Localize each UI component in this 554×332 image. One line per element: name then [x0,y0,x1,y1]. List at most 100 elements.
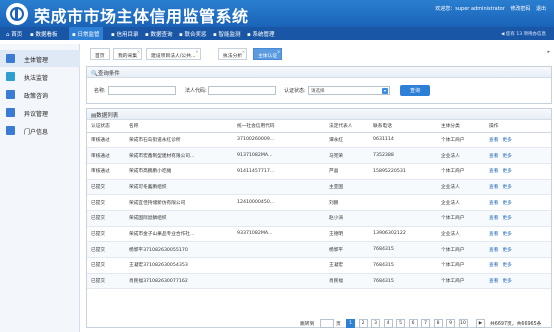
change-password-link[interactable]: 修改密码 [510,6,530,12]
sidebar-item-label: 政策咨询 [24,93,49,100]
menu-item-monitor[interactable]: ▪ 智能监测 [213,30,241,38]
sidebar-item-entity[interactable]: 主体管理 [0,50,80,67]
more-link[interactable]: 更多 [502,248,511,253]
tab-construction[interactable]: 建设项目法人/公共... × [146,48,201,60]
tab-enforcement-analysis[interactable]: 执法分析 × [218,48,248,60]
tab-label: 主体认证 [258,54,278,59]
close-icon[interactable]: × [242,49,245,54]
close-icon[interactable]: × [137,49,140,54]
table-cell: 37100260009... [233,132,325,149]
row-actions: 查看 更多 [485,147,551,164]
view-link[interactable]: 查看 [489,232,498,237]
sidebar-item-objection[interactable]: 异议管理 [0,104,80,121]
table-cell: 12410000450... [233,194,325,211]
table-row[interactable]: 已提交 荣成宜佳持储新仿有限公司 12410000450... 刘鹏 企业法人 查看 更多 [87,194,551,211]
more-link[interactable]: 更多 [502,279,511,284]
view-link[interactable]: 查看 [489,248,498,253]
table-cell: 审核通过 [87,163,125,180]
more-link[interactable]: 更多 [502,232,511,237]
status-select[interactable]: 请选择 ▾ [308,86,390,95]
table-row[interactable]: 已提交 荣成国际鼠鳞组织 赵小涛 个体工商户 查看 更多 [87,210,551,227]
more-link[interactable]: 更多 [502,169,511,174]
status-label: 认证状态: [284,88,306,94]
page-number-button[interactable]: 1 [346,319,355,328]
table-row[interactable]: 审核通过 荣成市高鹏鹏小吃摊 91411457717... 芦晶 15895220531… [87,163,551,180]
table-cell: 个体工商户 [437,163,485,180]
view-link[interactable]: 查看 [489,138,498,143]
next-page-button[interactable]: ▶ [476,319,485,328]
menu-item-catalog[interactable]: ▪ 信用目录 [111,30,139,38]
row-actions: 查看 更多 [485,257,551,274]
more-link[interactable]: 更多 [502,138,511,143]
view-link[interactable]: 查看 [489,263,498,268]
menu-item-reward[interactable]: ▪ 联合奖惩 [179,30,207,38]
page-number-button[interactable]: 8 [433,319,443,328]
sidebar-item-enforcement[interactable]: 执法监管 [0,68,80,85]
table-cell: 15895220531 [369,163,437,180]
view-link[interactable]: 查看 [489,185,498,190]
menu-item-query[interactable]: ▪ 数据查询 [145,30,173,38]
tab-home[interactable]: 首页 [90,48,110,60]
tab-entity-certification[interactable]: 主体认证 × [253,48,283,60]
more-link[interactable]: 更多 [502,154,511,159]
main-content: 首页 我的采集 × 建设项目法人/公共... × 执法分析 × 主体认证 × ▸ 🔍查询… [84,44,554,332]
logout-link[interactable]: 退出 [536,6,546,12]
view-link[interactable]: 查看 [489,216,498,221]
query-button[interactable]: 查询 [400,85,430,96]
todo-notice[interactable]: ◀ 您有 13 项待办信息 [501,31,546,37]
table-row[interactable]: 已提交 荣成可冬蓄鹏组织 主亚国 企业法人 查看 更多 [87,179,551,196]
table-row[interactable]: 已提交 荣成市金子山果品专业合作社... 93371082MA... 王德明 13906… [87,226,551,243]
close-icon[interactable]: × [277,49,280,54]
sidebar-item-portal[interactable]: 门户信息 [0,122,80,139]
table-cell: 已提交 [87,179,125,196]
table-cell: 91371082MA... [233,147,325,164]
table-row[interactable]: 已提交 王凝宏371082630054353 王凝宏 7684315 个体工商户 查看 更多 [87,257,551,274]
page-number-button[interactable]: 9 [446,319,455,328]
table-cell: 已提交 [87,273,125,290]
menu-item-system[interactable]: ▪ 系统管理 [247,30,275,38]
view-link[interactable]: 查看 [489,279,498,284]
more-link[interactable]: 更多 [502,216,511,221]
tab-scroll-icon[interactable]: ▸ [547,49,550,55]
page-number-button[interactable]: 6 [408,319,418,328]
view-link[interactable]: 查看 [489,154,498,159]
page-number-button[interactable]: 4 [383,319,393,328]
column-header: 认证状态 [87,120,125,133]
table-row[interactable]: 审核通过 荣成市宏鑫制型建材有限公司... 91371082MA... 马宪荣 7352… [87,147,551,164]
chevron-down-icon: ▾ [382,88,388,94]
page-number-button[interactable]: 5 [396,319,405,328]
table-row[interactable]: 已提交 杨郭平371082630055170 杨郭平 7684315 个体工商户 查看 更多 [87,241,551,258]
jump-input[interactable] [320,319,334,328]
menu-item-dashboard[interactable]: ▪ 数据看板 [30,30,58,38]
close-icon[interactable]: × [195,49,198,54]
table-cell: 个体工商户 [437,132,485,149]
view-link[interactable]: 查看 [489,169,498,174]
page-number-button[interactable]: 7 [421,319,430,328]
code-label: 法人代码: [185,88,207,94]
name-input[interactable] [108,86,176,95]
tab-my-collection[interactable]: 我的采集 × [113,48,143,60]
table-cell [233,179,325,196]
sidebar-item-policy[interactable]: 政策咨询 [0,86,80,103]
view-link[interactable]: 查看 [489,201,498,206]
menu-item-home[interactable]: ⌂ 首页 [6,30,22,38]
page-number-button[interactable]: 2 [358,319,368,328]
more-link[interactable]: 更多 [502,185,511,190]
column-header: 联系电话 [369,120,437,133]
sidebar-item-label: 异议管理 [24,111,49,118]
more-link[interactable]: 更多 [502,263,511,268]
page-number-button[interactable]: 3 [371,319,380,328]
table-cell: 13906302122 [369,226,437,243]
page-number-button[interactable]: 10 [458,319,468,328]
table-row[interactable]: 已提交 肖民福371082630077162 肖民福 7684315 个体工商户 查看 更多 [87,273,551,290]
table-cell: 王德明 [325,226,369,243]
code-input[interactable] [208,86,276,95]
table-cell: 企业法人 [437,194,485,211]
table-row[interactable]: 审核通过 荣成市石岛街道永红诊所 37100260009... 谭永红 0631114 个… [87,132,551,149]
menu-item-daily[interactable]: ▪ 日常监管 [69,27,103,40]
row-actions: 查看 更多 [485,163,551,180]
table-cell: 企业法人 [437,147,485,164]
more-link[interactable]: 更多 [502,201,511,206]
table-cell: 王凝宏371082630054353 [125,257,233,274]
table-cell: 杨郭平 [325,241,369,258]
